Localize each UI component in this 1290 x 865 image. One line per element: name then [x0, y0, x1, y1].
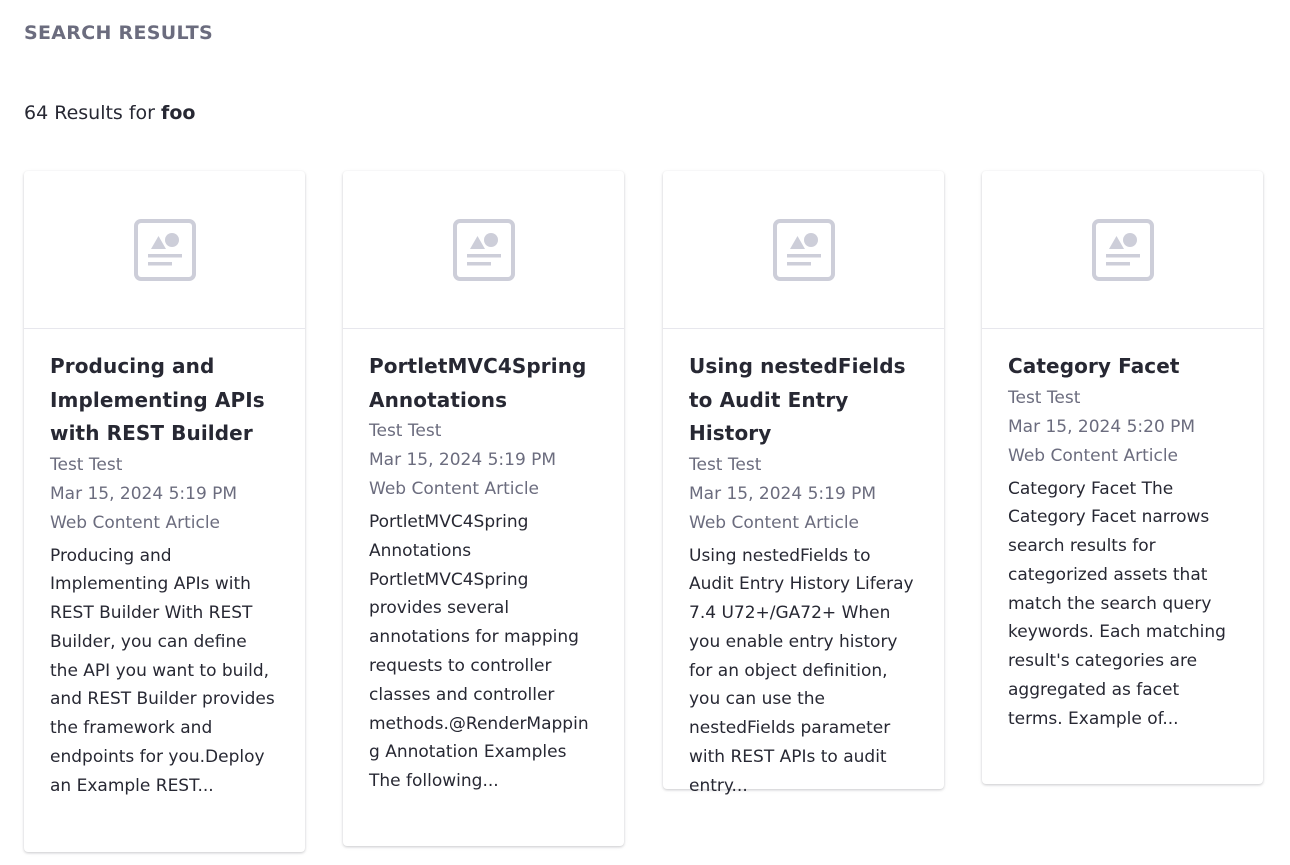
card-image[interactable] [982, 171, 1263, 329]
result-title[interactable]: Category Facet [1008, 350, 1237, 384]
result-title[interactable]: Using nestedFields to Audit Entry Histor… [689, 350, 918, 451]
result-type: Web Content Article [50, 512, 221, 533]
result-date: Mar 15, 2024 5:19 PM [689, 483, 877, 504]
result-title[interactable]: PortletMVC4Spring Annotations [369, 350, 598, 417]
card-image[interactable] [24, 171, 305, 329]
card-image[interactable] [343, 171, 624, 329]
result-date: Mar 15, 2024 5:19 PM [369, 450, 557, 470]
result-card[interactable]: PortletMVC4Spring Annotations Test Test … [343, 171, 624, 846]
result-author: Test Test [50, 454, 123, 475]
result-type: Web Content Article [1008, 445, 1179, 466]
search-results-page: SEARCH RESULTS 64 Results for foo Produc… [0, 0, 1290, 865]
result-description: PortletMVC4Spring Annotations PortletMVC… [369, 512, 589, 792]
result-description: Producing and Implementing APIs with RES… [50, 545, 275, 796]
results-count: 64 Results for [24, 102, 155, 124]
result-title[interactable]: Producing and Implementing APIs with RES… [50, 350, 279, 451]
web-content-placeholder-icon [772, 218, 835, 281]
result-author: Test Test [1008, 387, 1081, 408]
section-title: SEARCH RESULTS [24, 22, 213, 44]
result-description: Category Facet The Category Facet narrow… [1008, 478, 1226, 729]
result-date: Mar 15, 2024 5:19 PM [50, 483, 238, 504]
web-content-placeholder-icon [1091, 218, 1154, 281]
result-card[interactable]: Category Facet Test Test Mar 15, 2024 5:… [982, 171, 1263, 784]
web-content-placeholder-icon [452, 218, 515, 281]
result-card[interactable]: Using nestedFields to Audit Entry Histor… [663, 171, 944, 796]
web-content-placeholder-icon [133, 218, 196, 281]
result-type: Web Content Article [689, 512, 860, 533]
result-author: Test Test [369, 421, 442, 441]
card-image[interactable] [663, 171, 944, 329]
result-description: Using nestedFields to Audit Entry Histor… [689, 545, 914, 796]
results-summary: 64 Results for foo [24, 102, 195, 124]
result-author: Test Test [689, 454, 762, 475]
result-date: Mar 15, 2024 5:20 PM [1008, 416, 1196, 437]
result-card[interactable]: Producing and Implementing APIs with RES… [24, 171, 305, 852]
search-keyword: foo [161, 102, 196, 124]
result-type: Web Content Article [369, 479, 540, 499]
